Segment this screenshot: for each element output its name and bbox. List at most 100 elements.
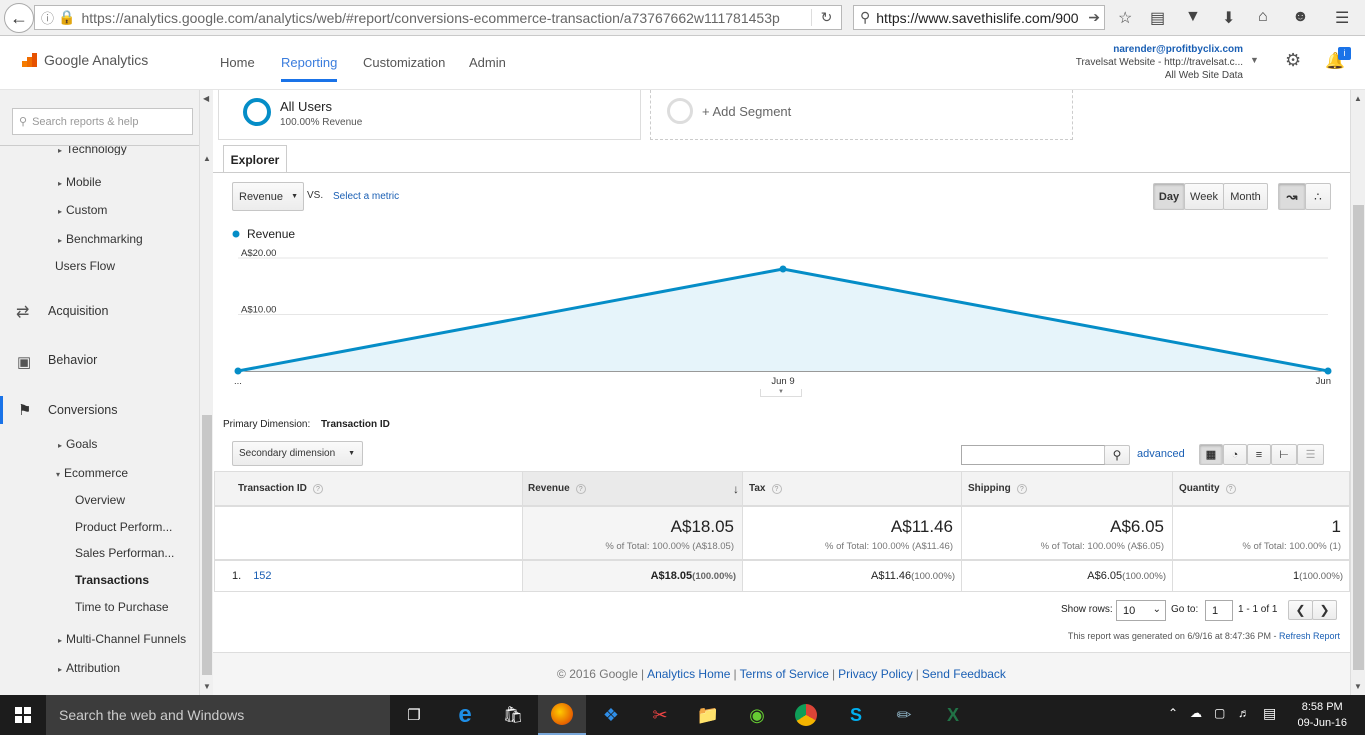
sidebar-item-multichannel-funnels[interactable]: ▸ Multi-Channel Funnels	[58, 632, 186, 646]
select-metric-link[interactable]: Select a metric	[333, 191, 399, 202]
search-icon[interactable]: ⚲	[1104, 445, 1130, 465]
sidebar-item-transactions[interactable]: Transactions	[75, 573, 149, 587]
reading-list-icon[interactable]: ▤	[1150, 8, 1165, 28]
monster-app-icon[interactable]: ◉	[733, 695, 781, 735]
nav-reporting[interactable]: Reporting	[281, 55, 338, 82]
footer-terms[interactable]: Terms of Service	[740, 667, 829, 681]
primary-dimension-value[interactable]: Transaction ID	[321, 419, 390, 430]
taskbar-search[interactable]: Search the web and Windows	[46, 695, 390, 735]
scroll-down-icon[interactable]: ▼	[1354, 682, 1362, 691]
comparison-view-icon[interactable]: ⊢	[1271, 444, 1297, 465]
column-header-shipping[interactable]: Shipping?	[961, 471, 1173, 506]
granularity-day-button[interactable]: Day	[1153, 183, 1185, 210]
volume-icon[interactable]: ♬	[1238, 706, 1250, 720]
footer-privacy[interactable]: Privacy Policy	[838, 667, 913, 681]
task-view-icon[interactable]: ❐	[390, 695, 438, 735]
secondary-dimension-dropdown[interactable]: Secondary dimension ▼	[232, 441, 363, 466]
sidebar-item-overview[interactable]: Overview	[75, 493, 125, 507]
file-explorer-icon[interactable]: 📁	[684, 695, 732, 735]
segment-all-users[interactable]: All Users 100.00% Revenue	[218, 90, 641, 140]
scroll-up-icon[interactable]: ▲	[1354, 94, 1362, 103]
metric-dropdown[interactable]: Revenue ▼	[232, 182, 304, 211]
back-arrow-icon[interactable]: ←	[4, 3, 34, 33]
column-header-tax[interactable]: Tax?	[742, 471, 962, 506]
line-chart-icon[interactable]: ↝	[1278, 183, 1306, 210]
sidebar-item-mobile[interactable]: ▸ Mobile	[58, 175, 101, 189]
hello-icon[interactable]: ☻	[1292, 8, 1309, 26]
column-header-quantity[interactable]: Quantity?	[1172, 471, 1350, 506]
taskbar-clock[interactable]: 8:58 PM 09-Jun-16	[1297, 699, 1347, 731]
sidebar-item-time-to-purchase[interactable]: Time to Purchase	[75, 600, 169, 614]
menu-icon[interactable]: ☰	[1335, 8, 1349, 28]
main-scrollbar[interactable]: ▲ ▼	[1350, 90, 1365, 695]
sidebar-item-product-performance[interactable]: Product Perform...	[75, 520, 172, 534]
reload-icon[interactable]: ↻	[811, 9, 841, 26]
tray-up-arrow-icon[interactable]: ⌃	[1168, 706, 1178, 720]
nav-customization[interactable]: Customization	[363, 55, 445, 70]
chrome-icon[interactable]	[782, 695, 830, 735]
nav-admin[interactable]: Admin	[469, 55, 506, 70]
sidebar-item-sales-performance[interactable]: Sales Performan...	[75, 546, 174, 560]
action-center-icon[interactable]: ▤	[1263, 705, 1276, 722]
bookmark-star-icon[interactable]: ☆	[1118, 8, 1132, 28]
sidebar-item-custom[interactable]: ▸ Custom	[58, 203, 107, 217]
home-icon[interactable]: ⌂	[1258, 8, 1268, 26]
chart-resize-handle[interactable]: ▼	[760, 389, 802, 397]
scroll-up-icon[interactable]: ▲	[203, 154, 211, 163]
skype-icon[interactable]: S	[832, 695, 880, 735]
nav-home[interactable]: Home	[220, 55, 255, 70]
sidebar-scrollbar[interactable]: ◀ ▲ ▼	[199, 90, 213, 695]
next-page-icon[interactable]: ❯	[1312, 600, 1337, 620]
granularity-week-button[interactable]: Week	[1184, 183, 1224, 210]
pocket-icon[interactable]: ▼	[1185, 8, 1201, 26]
sidebar-item-ecommerce[interactable]: ▾ Ecommerce	[56, 466, 128, 480]
sidebar-item-conversions[interactable]: Conversions	[48, 403, 117, 417]
table-filter-input[interactable]	[961, 445, 1105, 465]
tray-monitor-icon[interactable]: ▢	[1214, 706, 1225, 720]
tab-explorer[interactable]: Explorer	[223, 145, 287, 173]
refresh-report-link[interactable]: Refresh Report	[1279, 631, 1340, 641]
sidebar-item-users-flow[interactable]: Users Flow	[55, 259, 115, 273]
snipping-icon[interactable]: ✂	[636, 695, 684, 735]
paint-icon[interactable]: ✏	[880, 695, 928, 735]
collapse-left-icon[interactable]: ◀	[203, 94, 209, 103]
table-view-icon[interactable]: ▦	[1199, 444, 1223, 465]
sidebar-item-acquisition[interactable]: Acquisition	[48, 304, 108, 318]
pivot-view-icon[interactable]: ☰	[1297, 444, 1324, 465]
excel-icon[interactable]: X	[929, 695, 977, 735]
sidebar-item-benchmarking[interactable]: ▸ Benchmarking	[58, 232, 143, 246]
show-rows-select[interactable]: 10 ⌄	[1116, 600, 1166, 621]
dropbox-icon[interactable]: ❖	[587, 695, 635, 735]
gear-icon[interactable]: ⚙	[1285, 50, 1301, 71]
column-header-transaction-id[interactable]: Transaction ID?	[214, 471, 523, 506]
firefox-icon[interactable]	[538, 695, 586, 735]
column-header-revenue[interactable]: Revenue? ↓	[522, 471, 743, 506]
ga-logo[interactable]: Google Analytics	[22, 52, 148, 68]
motion-chart-icon[interactable]: ∴	[1305, 183, 1331, 210]
advanced-filter-link[interactable]: advanced	[1137, 448, 1185, 460]
scroll-down-icon[interactable]: ▼	[203, 682, 211, 691]
sidebar-item-technology[interactable]: ▸ Technology	[58, 146, 127, 155]
account-dropdown-icon[interactable]: ▼	[1250, 55, 1259, 65]
sidebar-item-behavior[interactable]: Behavior	[48, 353, 97, 367]
pie-view-icon[interactable]: ◔	[1223, 444, 1247, 465]
footer-send-feedback[interactable]: Send Feedback	[922, 667, 1006, 681]
store-icon[interactable]: 🛍	[489, 695, 537, 735]
go-arrow-icon[interactable]: ➔	[1088, 9, 1104, 26]
edge-icon[interactable]: e	[441, 695, 489, 735]
windows-start-icon[interactable]	[0, 695, 46, 735]
sidebar-item-attribution[interactable]: ▸ Attribution	[58, 661, 120, 675]
sidebar-item-goals[interactable]: ▸ Goals	[58, 437, 97, 451]
browser-search-box[interactable]: ⚲ https://www.savethislife.com/900 ➔	[853, 5, 1105, 30]
footer-analytics-home[interactable]: Analytics Home	[647, 667, 730, 681]
tray-network-icon[interactable]: ☁	[1190, 706, 1202, 720]
goto-input[interactable]: 1	[1205, 600, 1233, 621]
prev-page-icon[interactable]: ❮	[1288, 600, 1313, 620]
main-scroll-thumb[interactable]	[1353, 205, 1364, 670]
account-selector[interactable]: narender@profitbyclix.com Travelsat Webs…	[1076, 43, 1243, 82]
address-bar[interactable]: ⓘ 🔒 https://analytics.google.com/analyti…	[34, 5, 842, 30]
performance-view-icon[interactable]: ≡	[1247, 444, 1271, 465]
sidebar-scroll-thumb[interactable]	[202, 415, 212, 675]
download-icon[interactable]: ⬇	[1222, 8, 1235, 28]
add-segment[interactable]: + Add Segment	[650, 90, 1073, 140]
